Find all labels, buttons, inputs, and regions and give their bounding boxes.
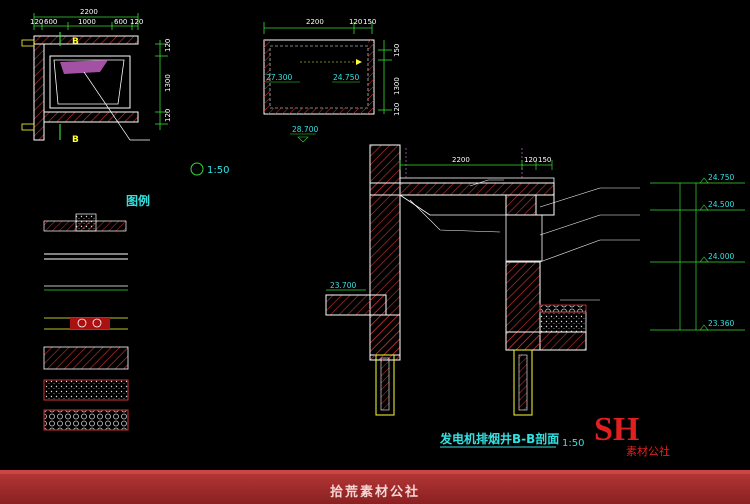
sec-dim-2: 120 [524, 156, 537, 164]
section-scale: 1:50 [562, 438, 584, 449]
scale-note: 1:50 [207, 165, 229, 176]
section-mark-bottom: B [72, 135, 79, 145]
sec-dim-1: 2200 [452, 156, 470, 164]
sec-dim-3: 150 [538, 156, 551, 164]
tr-level-1: 27.300 [266, 73, 292, 82]
tl-dim-3: 1000 [78, 18, 96, 26]
sec-level-4: 23.360 [708, 319, 734, 328]
section-title: 发电机排烟井B-B剖面 [439, 431, 559, 446]
legend-title: 图例 [126, 193, 150, 208]
tr-side-dim-2: 1300 [393, 77, 401, 95]
tr-overall-dim: 2200 [306, 18, 324, 26]
tl-dim-5: 120 [130, 18, 143, 26]
top-right-plan: 2200 120 150 150 1300 120 27.300 24.750 … [263, 18, 401, 143]
tl-dim-1: 120 [30, 18, 43, 26]
sec-level-3: 24.000 [708, 252, 734, 261]
footer-bar: 拾荒素材公社 [0, 474, 750, 504]
tl-side-dim-2: 1300 [164, 74, 172, 92]
tl-overall-dim: 2200 [80, 8, 98, 16]
sec-level-2: 24.500 [708, 200, 734, 209]
sec-level-1: 24.750 [708, 173, 734, 182]
watermark-sub: 素材公社 [626, 444, 670, 458]
tl-dim-2: 600 [44, 18, 57, 26]
legend: 图例 [43, 193, 150, 431]
tl-dim-4: 600 [114, 18, 127, 26]
tr-side-dim-3: 120 [393, 103, 401, 116]
tl-side-dim-3: 120 [164, 109, 172, 122]
section-mark-top: B [72, 37, 79, 47]
tr-dim-1: 120 [349, 18, 362, 26]
tl-side-dim-1: 120 [164, 39, 172, 52]
top-left-plan: 2200 120 600 1000 600 120 120 1300 120 B… [21, 8, 172, 145]
tr-dim-2: 150 [363, 18, 376, 26]
scale-circle-icon [190, 162, 204, 176]
tr-level-2: 24.750 [333, 73, 359, 82]
sec-level-5: 23.700 [330, 281, 356, 290]
watermark-logo: SH 素材公社 [594, 411, 670, 458]
footer-text: 拾荒素材公社 [329, 485, 420, 500]
tr-side-dim-1: 150 [393, 44, 401, 57]
tr-level-3: 28.700 [292, 125, 318, 134]
watermark-logo-text: SH [594, 411, 639, 448]
section-drawing: 2200 120 150 24.750 24.500 24.000 23.360… [325, 144, 745, 449]
cad-drawing-canvas: 2200 120 600 1000 600 120 120 1300 120 B… [21, 8, 745, 458]
